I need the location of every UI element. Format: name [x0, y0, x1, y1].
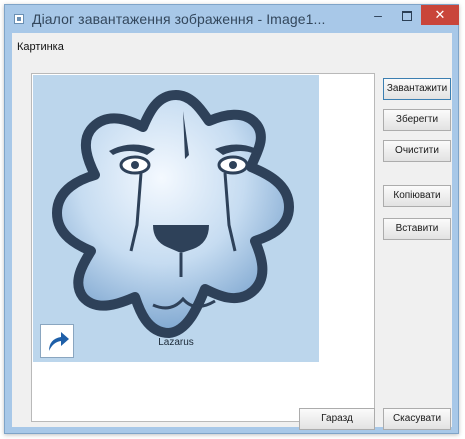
picture-caption: Lazarus [158, 337, 194, 348]
ok-button[interactable]: Гаразд [299, 408, 375, 430]
maximize-icon [402, 11, 412, 21]
copy-button[interactable]: Копіювати [383, 185, 451, 207]
app-window-icon[interactable] [14, 14, 24, 24]
save-button[interactable]: Зберегти [383, 109, 451, 131]
picture-box[interactable]: Lazarus [31, 73, 375, 422]
lazarus-lion-gear-logo [52, 90, 294, 338]
picture-group-label: Картинка [17, 41, 64, 53]
cancel-button[interactable]: Скасувати [383, 408, 451, 430]
load-button[interactable]: Завантажити [383, 78, 451, 100]
minimize-button[interactable]: – [365, 5, 391, 27]
loaded-picture: Lazarus [33, 75, 319, 362]
close-button[interactable]: ✕ [421, 5, 459, 25]
dialog-window: Діалог завантаження зображення - Image1.… [4, 4, 459, 434]
title-bar[interactable]: Діалог завантаження зображення - Image1.… [5, 5, 459, 33]
maximize-button[interactable] [394, 5, 420, 27]
clear-button[interactable]: Очистити [383, 140, 451, 162]
dialog-client-area: Картинка Lazarus Завантажити Зберегти Оч… [12, 33, 452, 430]
paste-button[interactable]: Вставити [383, 218, 451, 240]
window-title: Діалог завантаження зображення - Image1.… [32, 11, 326, 27]
